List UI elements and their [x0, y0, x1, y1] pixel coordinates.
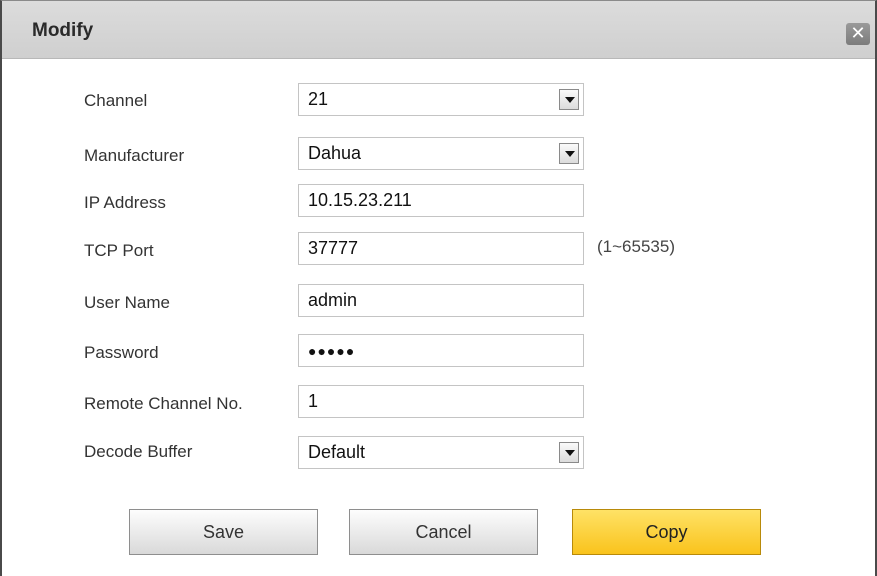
- user-name-input[interactable]: admin: [298, 284, 584, 317]
- save-button[interactable]: Save: [129, 509, 318, 555]
- decode-buffer-select[interactable]: Default: [298, 436, 584, 469]
- ip-address-input[interactable]: 10.15.23.211: [298, 184, 584, 217]
- tcp-port-input[interactable]: 37777: [298, 232, 584, 265]
- password-input[interactable]: ●●●●●: [298, 334, 584, 367]
- manufacturer-label: Manufacturer: [84, 146, 185, 165]
- cancel-button[interactable]: Cancel: [349, 509, 538, 555]
- dialog-title: Modify: [32, 20, 94, 41]
- channel-label: Channel: [84, 91, 148, 110]
- manufacturer-select[interactable]: Dahua: [298, 137, 584, 170]
- ip-address-value: 10.15.23.211: [308, 190, 412, 210]
- remote-channel-value: 1: [308, 391, 319, 411]
- dialog-titlebar: Modify ✕: [2, 1, 875, 59]
- password-value: ●●●●●: [308, 343, 356, 359]
- channel-select[interactable]: 21: [298, 83, 584, 116]
- manufacturer-value: Dahua: [308, 143, 362, 163]
- channel-value: 21: [308, 89, 329, 109]
- remote-channel-input[interactable]: 1: [298, 385, 584, 418]
- tcp-port-value: 37777: [308, 238, 359, 258]
- decode-buffer-label: Decode Buffer: [84, 442, 193, 461]
- tcp-port-label: TCP Port: [84, 241, 154, 260]
- ip-address-label: IP Address: [84, 193, 166, 212]
- decode-buffer-value: Default: [308, 442, 366, 462]
- remote-channel-label: Remote Channel No.: [84, 394, 243, 413]
- modify-dialog: Modify ✕ Channel 21 Manufacturer Dahua I…: [0, 0, 877, 576]
- chevron-down-icon[interactable]: [559, 143, 579, 164]
- user-name-value: admin: [308, 290, 358, 310]
- close-icon[interactable]: ✕: [846, 23, 870, 45]
- user-name-label: User Name: [84, 293, 170, 312]
- chevron-down-icon[interactable]: [559, 89, 579, 110]
- tcp-port-range-hint: (1~65535): [597, 237, 675, 256]
- copy-button[interactable]: Copy: [572, 509, 761, 555]
- password-label: Password: [84, 343, 159, 362]
- chevron-down-icon[interactable]: [559, 442, 579, 463]
